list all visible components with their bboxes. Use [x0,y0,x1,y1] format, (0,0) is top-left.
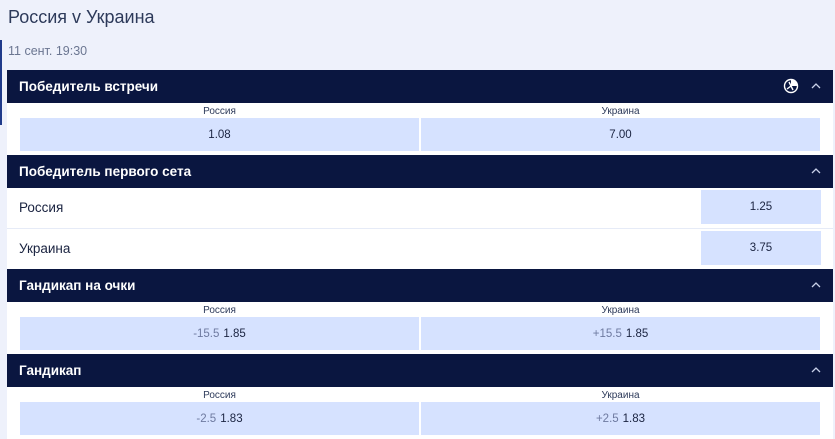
odds-button-away[interactable]: +15.5 1.85 [421,317,820,350]
selection-home: Россия -2.5 1.83 [20,387,419,435]
odds-value: 1.85 [625,327,649,340]
market-title: Гандикап [19,363,82,378]
list-item: Россия 1.25 [7,188,833,229]
odds-button-away[interactable]: +2.5 1.83 [421,402,820,435]
odds-button[interactable]: 3.75 [701,231,821,265]
market-title: Победитель встречи [19,79,159,94]
selection-away: Украина +15.5 1.85 [421,302,820,350]
list-item: Украина 3.75 [7,229,833,269]
handicap-line: +15.5 [592,327,622,340]
odds-value: 7.00 [609,128,632,141]
handicap-line: +2.5 [595,412,619,425]
odds-button-home[interactable]: -2.5 1.83 [20,402,419,435]
odds-button[interactable]: 1.25 [701,190,821,224]
market-header[interactable]: Гандикап [7,354,833,387]
handicap-line: -2.5 [196,412,217,425]
selection-label: Украина [601,390,640,401]
handicap-line: -15.5 [193,327,220,340]
selection-label: Россия [203,390,236,401]
market-header[interactable]: Победитель первого сета [7,155,833,188]
chevron-up-icon[interactable] [811,280,821,290]
odds-button-home[interactable]: -15.5 1.85 [20,317,419,350]
market-handicap: Гандикап Россия -2.5 1.83 Украина +2.5 1… [7,354,833,439]
selection-label: Украина [601,305,640,316]
event-date: 11 сент. 19:30 [8,44,88,58]
market-title: Победитель первого сета [19,164,192,179]
odds-value: 1.25 [749,201,773,213]
left-accent-bar [0,40,2,125]
selection-name: Украина [19,241,71,256]
odds-button-home[interactable]: 1.08 [20,118,419,151]
odds-button-away[interactable]: 7.00 [421,118,820,151]
market-header[interactable]: Гандикап на очки [7,269,833,302]
odds-value: 1.08 [208,128,231,141]
market-header[interactable]: Победитель встречи [7,70,833,103]
market-title: Гандикап на очки [19,278,136,293]
selection-away: Украина +2.5 1.83 [421,387,820,435]
odds-value: 1.85 [223,327,246,340]
chevron-up-icon[interactable] [811,81,821,91]
odds-value: 1.83 [622,412,646,425]
market-match-winner: Победитель встречи Россия 1.08 Украина 7… [7,70,833,155]
market-points-handicap: Гандикап на очки Россия -15.5 1.85 Украи… [7,269,833,354]
selection-home: Россия 1.08 [20,103,419,151]
selection-label: Украина [601,106,640,117]
selection-away: Украина 7.00 [421,103,820,151]
odds-value: 1.83 [220,412,243,425]
selection-label: Россия [203,305,236,316]
selection-name: Россия [19,200,64,215]
stats-icon[interactable] [783,78,799,94]
market-first-set-winner: Победитель первого сета Россия 1.25 Укра… [7,155,833,269]
event-title: Россия v Украина [8,7,155,27]
selection-label: Россия [203,106,236,117]
chevron-up-icon[interactable] [811,166,821,176]
odds-value: 3.75 [749,242,773,254]
selection-home: Россия -15.5 1.85 [20,302,419,350]
chevron-up-icon[interactable] [811,365,821,375]
